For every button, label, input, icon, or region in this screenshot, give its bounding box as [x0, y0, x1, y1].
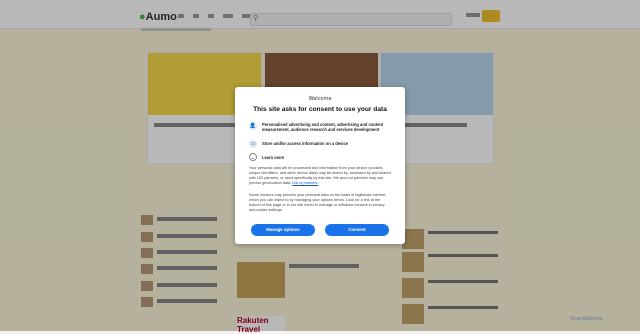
consent-body-1-text: Your personal data will be processed and…: [249, 166, 391, 185]
person-icon: 👤: [249, 122, 257, 130]
purpose-label: Store and/or access information on a dev…: [262, 141, 348, 146]
dialog-title: This site asks for consent to use your d…: [253, 106, 387, 113]
consent-button[interactable]: Consent: [325, 224, 389, 236]
purpose-item: 👤 Personalised advertising and content, …: [249, 122, 399, 132]
chevron-down-icon: ⌄: [249, 153, 257, 161]
consent-body-2: Some vendors may process your personal d…: [249, 193, 387, 212]
partners-link[interactable]: List of partners.: [292, 181, 318, 185]
purpose-item: ▭ Store and/or access information on a d…: [249, 140, 399, 148]
consent-dialog: Welcome This site asks for consent to us…: [235, 87, 405, 244]
purpose-label: Personalised advertising and content, ad…: [262, 122, 384, 133]
manage-options-button[interactable]: Manage options: [251, 224, 315, 236]
dialog-welcome: Welcome: [308, 96, 332, 102]
learn-more-label: Learn more: [262, 154, 285, 160]
device-icon: ▭: [249, 140, 257, 148]
consent-body-1: Your personal data will be processed and…: [249, 166, 391, 186]
learn-more[interactable]: ⌄ Learn more: [249, 153, 284, 161]
